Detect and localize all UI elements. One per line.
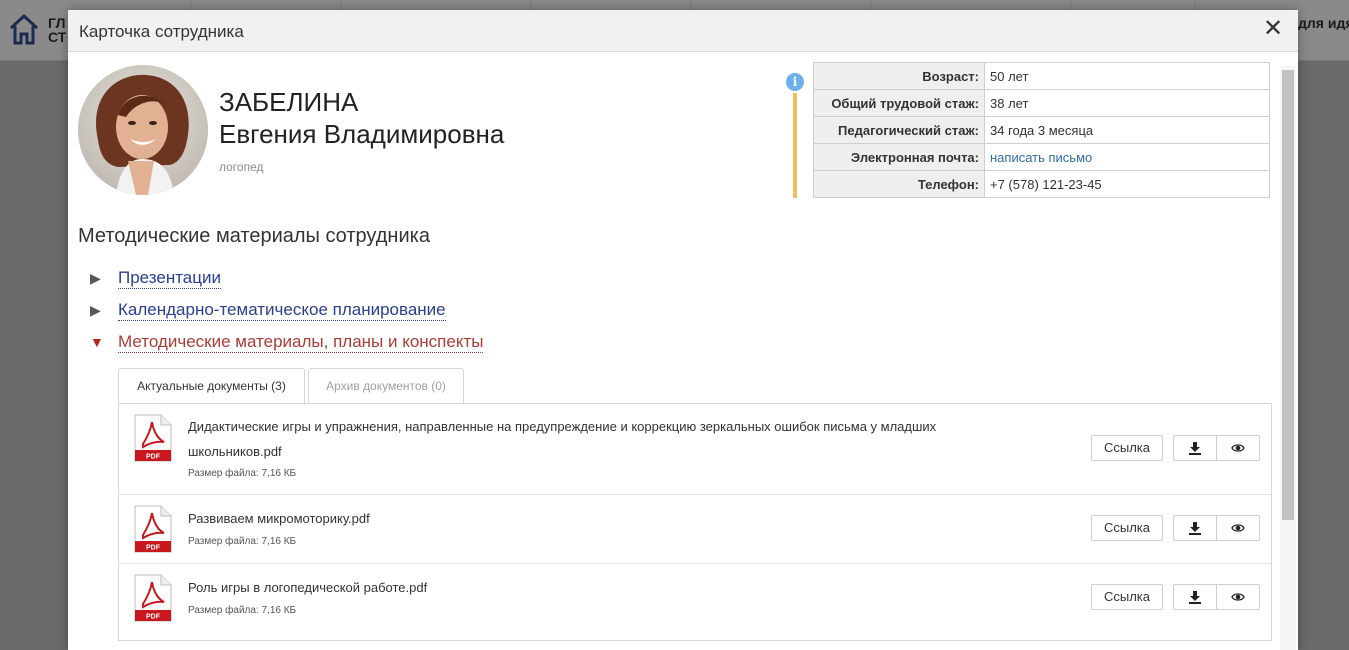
folder-label[interactable]: Календарно-тематическое планирование	[118, 300, 446, 321]
modal-title: Карточка сотрудника	[79, 22, 244, 41]
document-name[interactable]: Роль игры в логопедической работе.pdf	[188, 575, 978, 600]
scrollbar[interactable]	[1280, 66, 1296, 650]
triangle-right-icon: ▶	[90, 302, 101, 318]
bg-nav-label[interactable]: для идящи	[1298, 16, 1349, 30]
document-name[interactable]: Развиваем микромоторику.pdf	[188, 506, 978, 531]
download-button[interactable]	[1173, 435, 1217, 461]
folder-presentations[interactable]: ▶ Презентации	[90, 268, 221, 289]
download-icon	[1189, 591, 1201, 604]
info-value: 38 лет	[984, 89, 1270, 117]
download-icon	[1189, 442, 1201, 455]
document-size: Размер файла: 7,16 КБ	[188, 468, 297, 479]
pdf-file-icon: PDF	[134, 414, 172, 462]
triangle-down-icon: ▼	[90, 334, 104, 350]
eye-icon	[1231, 444, 1245, 452]
employee-card-modal: Карточка сотрудника ✕ ЗАБЕЛИНА Евгения В	[68, 10, 1298, 650]
scrollbar-thumb[interactable]	[1282, 70, 1294, 520]
document-name[interactable]: Дидактические игры и упражнения, направл…	[188, 414, 978, 464]
info-key: Общий трудовой стаж:	[813, 89, 985, 117]
list-item: PDF Дидактические игры и упражнения, нап…	[119, 404, 1271, 495]
avatar-photo	[78, 65, 208, 195]
info-row-phone: Телефон: +7 (578) 121-23-45	[813, 170, 1270, 198]
info-value: написать письмо	[984, 143, 1270, 171]
info-row-teaching-experience: Педагогический стаж: 34 года 3 месяца	[813, 116, 1270, 144]
pdf-file-icon: PDF	[134, 574, 172, 622]
document-size: Размер файла: 7,16 КБ	[188, 605, 297, 616]
folder-label[interactable]: Презентации	[118, 268, 221, 289]
employee-last-name: ЗАБЕЛИНА	[219, 87, 359, 117]
folder-methodical-materials[interactable]: ▼ Методические материалы, планы и конспек…	[90, 332, 484, 353]
info-icon: i	[784, 71, 806, 93]
info-key: Телефон:	[813, 170, 985, 198]
view-button[interactable]	[1216, 435, 1260, 461]
info-key: Педагогический стаж:	[813, 116, 985, 144]
write-email-link[interactable]: написать письмо	[990, 150, 1092, 165]
copy-link-button[interactable]: Ссылка	[1091, 515, 1163, 541]
modal-header: Карточка сотрудника ✕	[68, 10, 1298, 52]
materials-section-title: Методические материалы сотрудника	[78, 225, 430, 247]
list-item: PDF Развиваем микромоторику.pdf Размер ф…	[119, 495, 1271, 564]
pdf-badge: PDF	[146, 545, 161, 552]
bg-nav-label[interactable]: ГЛА СТР	[48, 16, 66, 44]
info-value: 34 года 3 месяца	[984, 116, 1270, 144]
copy-link-button[interactable]: Ссылка	[1091, 584, 1163, 610]
eye-icon	[1231, 593, 1245, 601]
info-value: +7 (578) 121-23-45	[984, 170, 1270, 198]
home-icon[interactable]	[8, 12, 40, 46]
pdf-badge: PDF	[146, 454, 161, 461]
tab-current-documents[interactable]: Актуальные документы (3)	[118, 368, 305, 405]
document-list: PDF Дидактические игры и упражнения, нап…	[118, 403, 1272, 641]
close-icon[interactable]: ✕	[1262, 16, 1284, 40]
info-row-total-experience: Общий трудовой стаж: 38 лет	[813, 89, 1270, 117]
download-button[interactable]	[1173, 515, 1217, 541]
employee-first-name: Евгения Владимировна	[219, 119, 505, 149]
tab-archive-documents[interactable]: Архив документов (0)	[308, 368, 464, 403]
copy-link-button[interactable]: Ссылка	[1091, 435, 1163, 461]
eye-icon	[1231, 524, 1245, 532]
triangle-right-icon: ▶	[90, 270, 101, 286]
pdf-file-icon: PDF	[134, 505, 172, 553]
download-icon	[1189, 522, 1201, 535]
employee-info-table: Возраст: 50 лет Общий трудовой стаж: 38 …	[813, 62, 1270, 198]
folder-calendar-planning[interactable]: ▶ Календарно-тематическое планирование	[90, 300, 446, 321]
folder-label[interactable]: Методические материалы, планы и конспект…	[118, 332, 484, 353]
info-row-age: Возраст: 50 лет	[813, 62, 1270, 90]
info-row-email: Электронная почта: написать письмо	[813, 143, 1270, 171]
document-size: Размер файла: 7,16 КБ	[188, 536, 297, 547]
view-button[interactable]	[1216, 584, 1260, 610]
info-key: Электронная почта:	[813, 143, 985, 171]
employee-position: логопед	[219, 160, 264, 174]
pdf-badge: PDF	[146, 614, 161, 621]
info-key: Возраст:	[813, 62, 985, 90]
view-button[interactable]	[1216, 515, 1260, 541]
list-item: PDF Роль игры в логопедической работе.pd…	[119, 564, 1271, 633]
avatar	[78, 65, 208, 195]
info-value: 50 лет	[984, 62, 1270, 90]
download-button[interactable]	[1173, 584, 1217, 610]
